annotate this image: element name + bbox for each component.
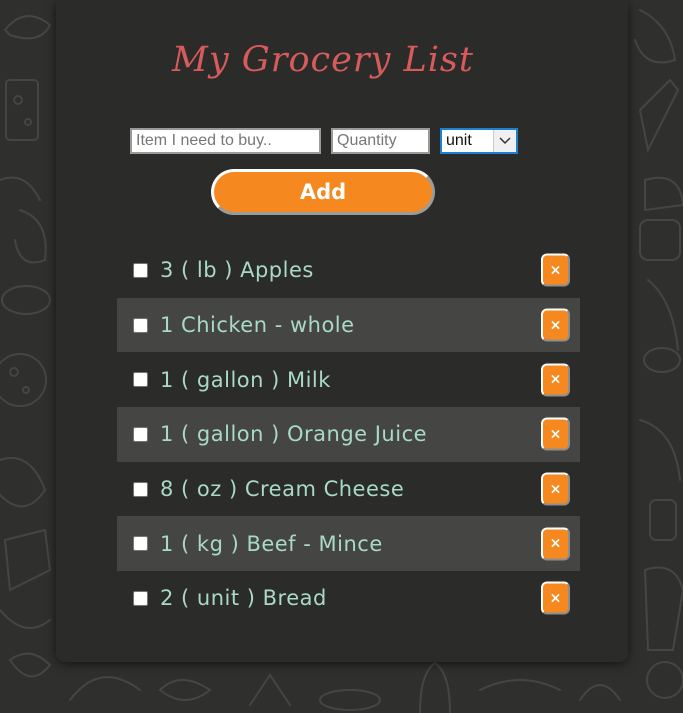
chevron-down-icon xyxy=(493,130,516,152)
delete-button[interactable]: × xyxy=(541,581,570,615)
add-item-form: Item I need to buy.. Quantity unit xyxy=(130,128,518,154)
item-checkbox[interactable] xyxy=(133,536,148,552)
item-checkbox[interactable] xyxy=(133,426,148,442)
grocery-list: 3 ( lb ) Apples × 1 Chicken - whole × 1 … xyxy=(117,243,580,626)
list-item: 2 ( unit ) Bread × xyxy=(117,571,580,626)
item-label: 1 ( kg ) Beef - Mince xyxy=(160,531,383,556)
quantity-input-placeholder: Quantity xyxy=(337,132,397,149)
unit-select-value: unit xyxy=(446,132,472,149)
delete-button[interactable]: × xyxy=(541,253,570,287)
quantity-input[interactable]: Quantity xyxy=(331,128,430,154)
list-item: 1 ( gallon ) Orange Juice × xyxy=(117,407,580,462)
page-title: My Grocery List xyxy=(172,40,474,80)
delete-button[interactable]: × xyxy=(541,472,570,506)
item-input[interactable]: Item I need to buy.. xyxy=(130,128,321,154)
delete-button[interactable]: × xyxy=(541,363,570,397)
item-checkbox[interactable] xyxy=(133,481,148,497)
delete-button[interactable]: × xyxy=(541,308,570,342)
item-checkbox[interactable] xyxy=(133,372,148,388)
item-checkbox[interactable] xyxy=(133,262,148,278)
list-item: 1 Chicken - whole × xyxy=(117,297,580,353)
item-checkbox[interactable] xyxy=(133,590,148,606)
item-label: 1 ( gallon ) Milk xyxy=(160,367,331,392)
item-label: 1 Chicken - whole xyxy=(160,313,355,338)
list-item: 1 ( kg ) Beef - Mince × xyxy=(117,516,580,572)
item-checkbox[interactable] xyxy=(133,317,148,333)
item-label: 2 ( unit ) Bread xyxy=(160,586,327,611)
delete-button[interactable]: × xyxy=(541,417,570,451)
grocery-list-card: My Grocery List Item I need to buy.. Qua… xyxy=(56,0,628,662)
unit-select[interactable]: unit xyxy=(440,128,518,154)
item-label: 8 ( oz ) Cream Cheese xyxy=(160,477,405,502)
item-input-placeholder: Item I need to buy.. xyxy=(136,132,272,149)
list-item: 1 ( gallon ) Milk × xyxy=(117,352,580,407)
list-item: 8 ( oz ) Cream Cheese × xyxy=(117,462,580,517)
list-item: 3 ( lb ) Apples × xyxy=(117,243,580,298)
item-label: 3 ( lb ) Apples xyxy=(160,258,314,283)
delete-button[interactable]: × xyxy=(541,527,570,561)
add-button[interactable]: Add xyxy=(211,169,435,215)
item-label: 1 ( gallon ) Orange Juice xyxy=(160,422,428,447)
